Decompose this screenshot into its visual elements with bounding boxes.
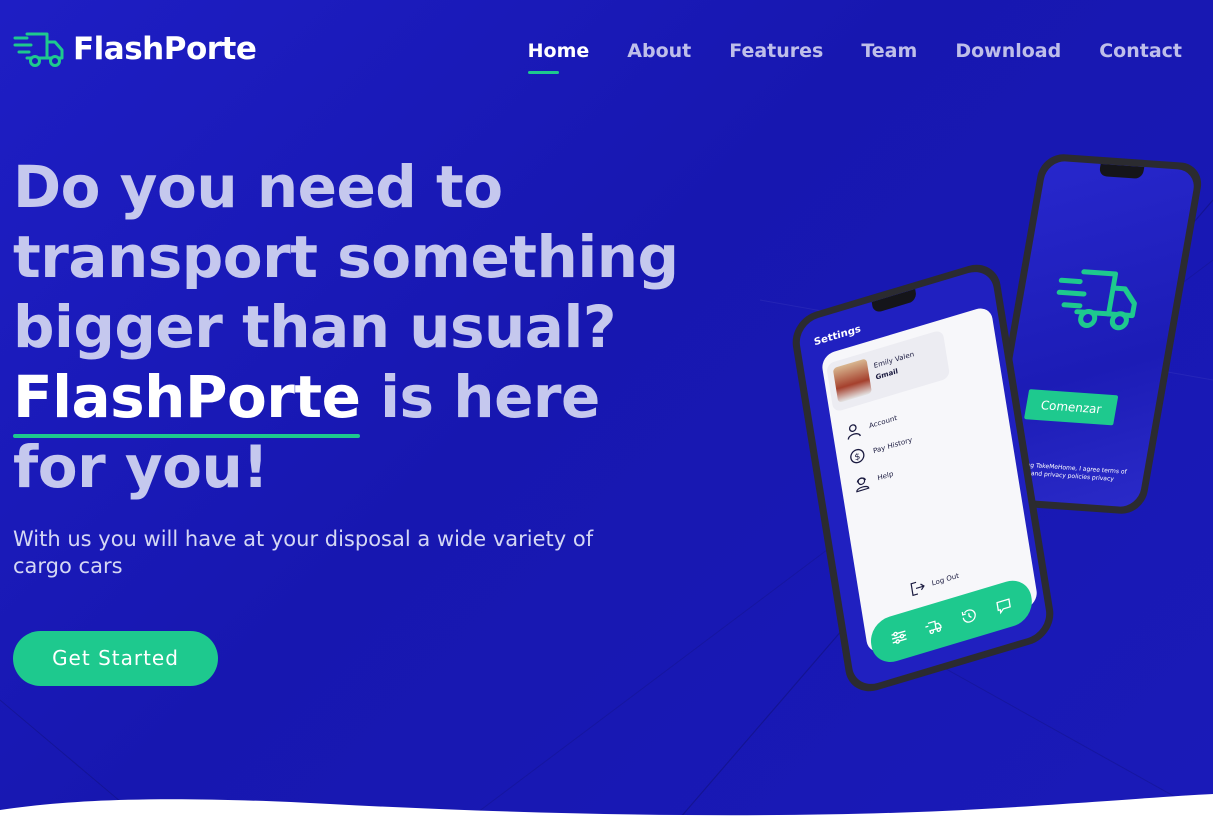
logout-icon — [910, 581, 925, 597]
logo-text: FlashPorte — [73, 31, 257, 67]
support-agent-icon — [856, 477, 870, 493]
phone-mockup-welcome: Comenzar By using TakeMeHome, I agree te… — [980, 152, 1205, 516]
site-header: FlashPorte Home About Features Team Down… — [0, 0, 1213, 100]
chat-icon[interactable] — [994, 594, 1015, 617]
hero-headline: Do you need to transport something bigge… — [13, 152, 713, 502]
headline-line-1: Do you need to — [13, 153, 503, 221]
nav-item-home[interactable]: Home — [527, 38, 589, 74]
menu-item-label: Help — [876, 469, 894, 483]
sliders-icon[interactable] — [889, 626, 910, 649]
headline-line-2: transport something — [13, 223, 679, 291]
phone-notch — [871, 288, 918, 314]
profile-email: Gmail — [875, 367, 899, 382]
nav-item-contact[interactable]: Contact — [1099, 38, 1182, 64]
get-started-button[interactable]: Get Started — [13, 631, 218, 686]
headline-line-5: for you! — [13, 433, 269, 501]
menu-item-account[interactable]: Account — [844, 410, 898, 441]
logout-label: Log Out — [931, 571, 960, 588]
logo[interactable]: FlashPorte — [13, 30, 257, 68]
comenzar-button[interactable]: Comenzar — [1023, 389, 1119, 426]
truck-icon — [1056, 269, 1137, 331]
nav-item-download[interactable]: Download — [955, 38, 1061, 64]
phone-frame: Settings Emily Valen Gmail Account $ Pay… — [788, 257, 1058, 699]
nav-item-features[interactable]: Features — [729, 38, 823, 64]
user-icon — [847, 424, 861, 440]
nav-item-team[interactable]: Team — [861, 38, 917, 64]
nav-item-about[interactable]: About — [627, 38, 691, 64]
history-icon[interactable] — [959, 605, 980, 628]
hero-subtitle: With us you will have at your disposal a… — [13, 527, 594, 578]
menu-item-label: Pay History — [872, 435, 913, 456]
logout-button[interactable]: Log Out — [909, 568, 960, 598]
headline-after-brand: is here — [360, 363, 600, 431]
headline-line-3: bigger than usual? — [13, 293, 616, 361]
truck-icon[interactable] — [924, 615, 945, 638]
svg-text:$: $ — [854, 452, 861, 463]
profile-card[interactable]: Emily Valen Gmail — [825, 329, 951, 413]
truck-icon — [13, 32, 64, 67]
main-nav: Home About Features Team Download Contac… — [527, 38, 1182, 74]
phone-screen: Settings Emily Valen Gmail Account $ Pay… — [796, 266, 1050, 690]
bottom-wave — [0, 794, 1213, 818]
headline-brand: FlashPorte — [13, 363, 361, 438]
menu-item-label: Account — [868, 414, 898, 431]
phone-mockup-settings: Settings Emily Valen Gmail Account $ Pay… — [788, 257, 1058, 699]
dollar-icon: $ — [850, 448, 865, 464]
phone-notch — [1098, 163, 1144, 179]
menu-item-help[interactable]: Help — [853, 466, 895, 493]
avatar — [832, 358, 872, 404]
